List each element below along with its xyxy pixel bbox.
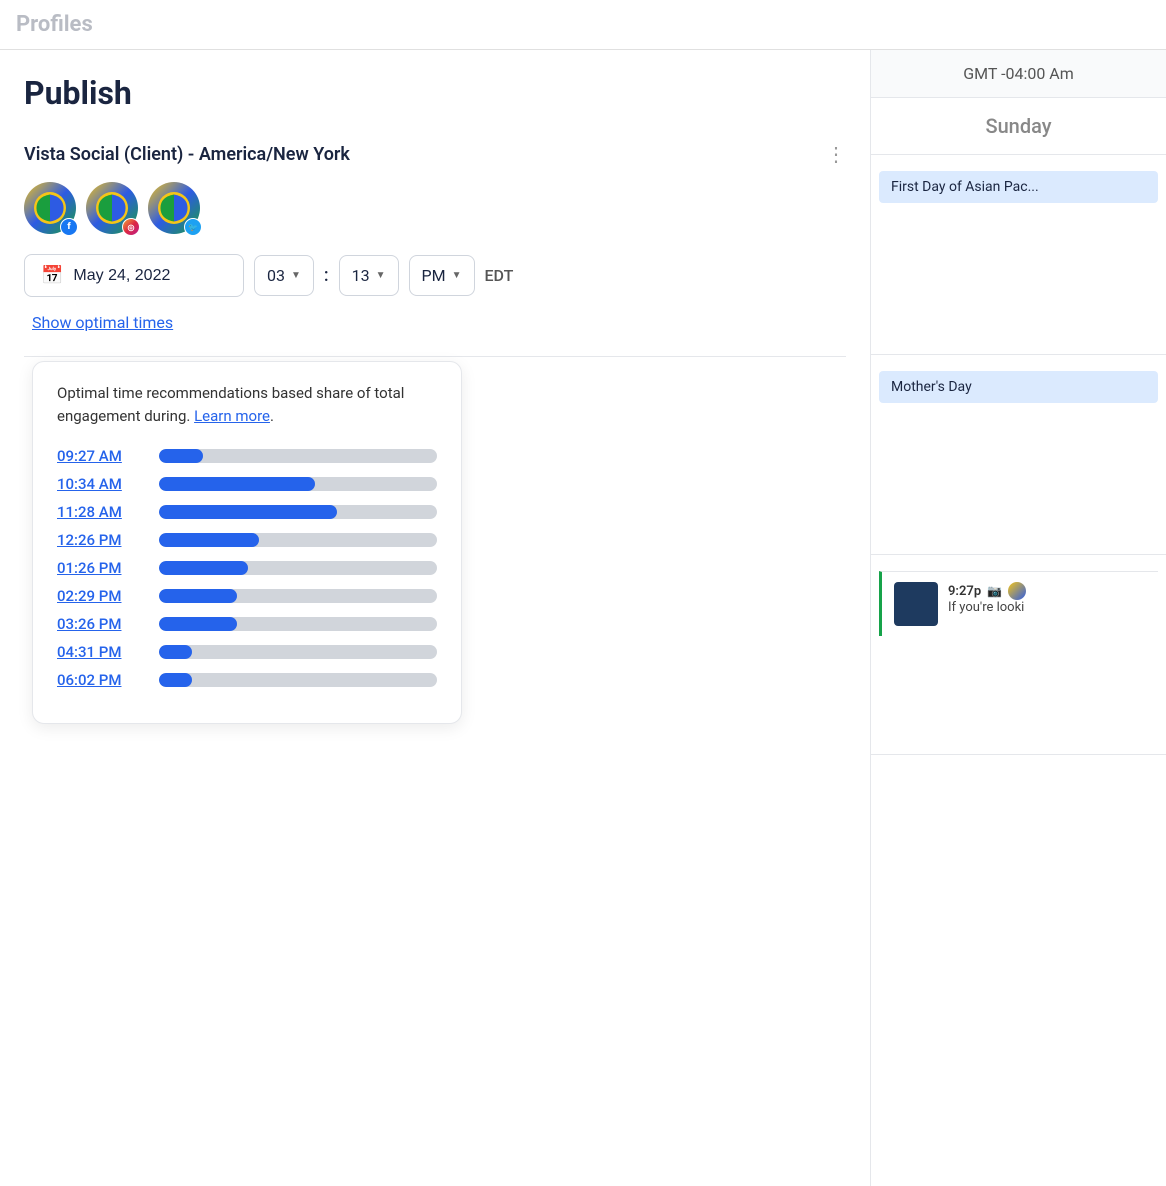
optimal-time-link-2[interactable]: 11:28 AM: [57, 503, 147, 521]
hour-chevron-icon: ▼: [291, 270, 301, 281]
ig-badge: ◎: [122, 218, 140, 236]
show-optimal-times-link[interactable]: Show optimal times: [32, 313, 173, 332]
optimal-time-link-0[interactable]: 09:27 AM: [57, 447, 147, 465]
section-header: Vista Social (Client) - America/New York…: [24, 142, 846, 166]
bar-container-8: [159, 673, 437, 687]
optimal-row: 11:28 AM: [57, 503, 437, 521]
calendar-section-2: Mother's Day: [871, 355, 1166, 555]
divider: [24, 356, 846, 357]
bar-fill-5: [159, 589, 237, 603]
bar-fill-7: [159, 645, 192, 659]
hour-value: 03: [267, 266, 285, 285]
bar-container-7: [159, 645, 437, 659]
card-content: 9:27p 📷 If you're looki: [948, 582, 1146, 615]
ampm-select[interactable]: PM ▼: [409, 255, 475, 296]
bar-fill-3: [159, 533, 259, 547]
optimal-row: 03:26 PM: [57, 615, 437, 633]
optimal-row: 12:26 PM: [57, 531, 437, 549]
bar-fill-2: [159, 505, 337, 519]
bottom-card[interactable]: 9:27p 📷 If you're looki: [879, 571, 1158, 636]
top-bar: Profiles: [0, 0, 1166, 50]
optimal-time-link-3[interactable]: 12:26 PM: [57, 531, 147, 549]
page-title: Publish: [24, 74, 846, 112]
timezone-label: EDT: [485, 266, 514, 285]
section-title: Vista Social (Client) - America/New York: [24, 144, 350, 165]
fb-badge: f: [60, 218, 78, 236]
card-text: If you're looki: [948, 600, 1146, 615]
optimal-description: Optimal time recommendations based share…: [57, 382, 437, 427]
ampm-value: PM: [422, 266, 446, 285]
minute-chevron-icon: ▼: [376, 270, 386, 281]
bar-container-2: [159, 505, 437, 519]
optimal-row: 02:29 PM: [57, 587, 437, 605]
bar-fill-0: [159, 449, 203, 463]
day-label: Sunday: [871, 98, 1166, 155]
social-avatar-ig[interactable]: ◎: [86, 182, 138, 234]
calendar-section-1: First Day of Asian Pac...: [871, 155, 1166, 355]
left-panel: Publish Vista Social (Client) - America/…: [0, 50, 870, 1186]
bar-fill-6: [159, 617, 237, 631]
hour-select[interactable]: 03 ▼: [254, 255, 314, 296]
right-panel-header: GMT -04:00 Am: [871, 50, 1166, 98]
optimal-row: 06:02 PM: [57, 671, 437, 689]
calendar-icon: 📅: [41, 265, 63, 286]
optimal-row: 09:27 AM: [57, 447, 437, 465]
bar-fill-1: [159, 477, 315, 491]
social-icons-row: f ◎: [24, 182, 846, 234]
top-bar-title: Profiles: [16, 12, 93, 37]
tw-badge: 🐦: [184, 218, 202, 236]
right-header-text: GMT -04:00 Am: [963, 64, 1074, 83]
social-avatar-fb[interactable]: f: [24, 182, 76, 234]
bar-container-6: [159, 617, 437, 631]
event-asian-pacific: First Day of Asian Pac...: [879, 171, 1158, 203]
calendar-section-3: 9:27p 📷 If you're looki: [871, 555, 1166, 755]
optimal-times-panel: Optimal time recommendations based share…: [32, 361, 462, 724]
card-thumbnail: [894, 582, 938, 626]
card-avatar-icon: [1008, 582, 1026, 600]
optimal-row: 10:34 AM: [57, 475, 437, 493]
optimal-times-list: 09:27 AM 10:34 AM 11:28 AM 12:26 PM 01:26 PM…: [57, 447, 437, 689]
main-container: Publish Vista Social (Client) - America/…: [0, 50, 1166, 1186]
social-avatar-tw[interactable]: 🐦: [148, 182, 200, 234]
minute-select[interactable]: 13 ▼: [339, 255, 399, 296]
optimal-time-link-5[interactable]: 02:29 PM: [57, 587, 147, 605]
bar-fill-4: [159, 561, 248, 575]
optimal-time-link-1[interactable]: 10:34 AM: [57, 475, 147, 493]
bar-container-5: [159, 589, 437, 603]
more-options-icon[interactable]: ⋮: [826, 142, 846, 166]
bar-fill-8: [159, 673, 192, 687]
optimal-row: 01:26 PM: [57, 559, 437, 577]
optimal-time-link-6[interactable]: 03:26 PM: [57, 615, 147, 633]
card-icons: 📷: [987, 584, 1002, 598]
controls-row: 📅 May 24, 2022 03 ▼ : 13 ▼ PM ▼ EDT: [24, 254, 846, 297]
optimal-time-link-8[interactable]: 06:02 PM: [57, 671, 147, 689]
time-separator: :: [324, 265, 329, 286]
bar-container-0: [159, 449, 437, 463]
bar-container-1: [159, 477, 437, 491]
optimal-time-link-4[interactable]: 01:26 PM: [57, 559, 147, 577]
optimal-row: 04:31 PM: [57, 643, 437, 661]
bar-container-3: [159, 533, 437, 547]
ampm-chevron-icon: ▼: [452, 270, 462, 281]
date-value: May 24, 2022: [73, 267, 170, 285]
learn-more-link[interactable]: Learn more: [194, 407, 270, 425]
minute-value: 13: [352, 266, 370, 285]
optimal-time-link-7[interactable]: 04:31 PM: [57, 643, 147, 661]
bar-container-4: [159, 561, 437, 575]
event-mothers-day: Mother's Day: [879, 371, 1158, 403]
date-picker-button[interactable]: 📅 May 24, 2022: [24, 254, 244, 297]
card-time: 9:27p: [948, 584, 981, 599]
right-panel: GMT -04:00 Am Sunday First Day of Asian …: [870, 50, 1166, 1186]
